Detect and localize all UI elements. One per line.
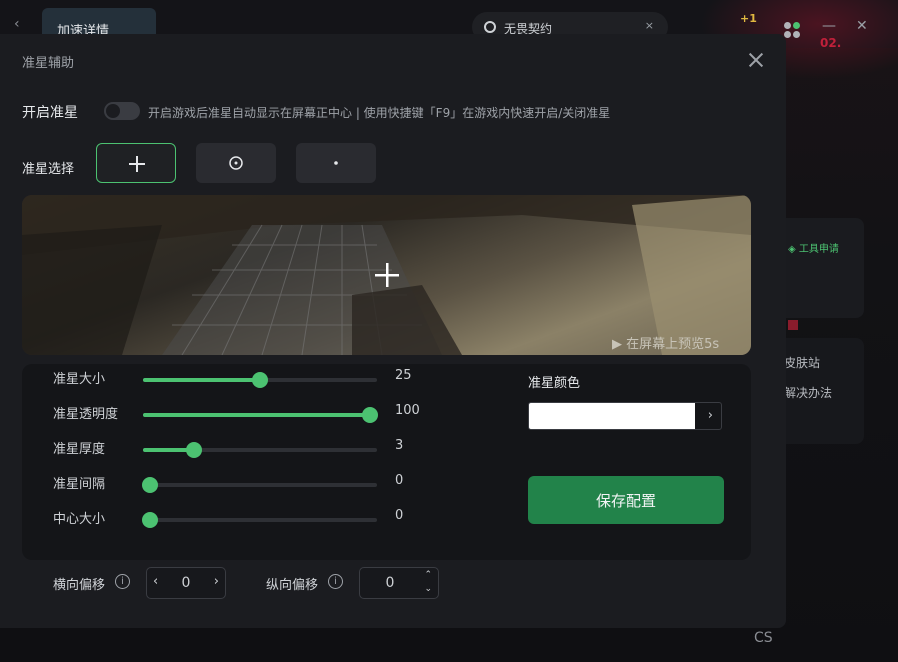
slider-thumb[interactable] [142, 512, 159, 528]
save-config-button[interactable]: 保存配置 [528, 476, 724, 524]
slider-label: 准星大小 [53, 372, 106, 387]
plus-crosshair-icon [129, 156, 145, 172]
dialog-title: 准星辅助 [22, 56, 75, 71]
crosshair-option-dot[interactable] [296, 143, 376, 183]
slider-track[interactable] [143, 442, 377, 458]
slider-track[interactable] [142, 477, 377, 493]
crosshair-color-label: 准星颜色 [528, 376, 581, 391]
apps-icon[interactable] [784, 22, 800, 38]
dot-crosshair-icon [334, 161, 338, 165]
skin-site-link[interactable]: 皮肤站 [784, 354, 820, 371]
tool-apply-link[interactable]: ◈ 工具申请 [788, 240, 839, 255]
slider-track[interactable] [142, 512, 377, 528]
horizontal-offset-stepper[interactable]: ‹ 0 › [146, 567, 226, 599]
back-icon[interactable]: ‹ [14, 16, 20, 32]
vertical-offset-stepper[interactable]: 0 ⌃ ⌄ [359, 567, 439, 599]
search-icon [484, 21, 496, 33]
chevron-up-icon[interactable]: ⌃ [424, 570, 432, 580]
circle-dot-crosshair-icon [229, 156, 243, 170]
vertical-offset-label: 纵向偏移 [266, 578, 319, 593]
minimize-icon[interactable]: — [822, 18, 836, 34]
slider-thumb[interactable] [142, 477, 159, 493]
slider-value: 0 [395, 508, 404, 523]
preview-crosshair [375, 263, 399, 287]
dialog-close-icon[interactable] [746, 50, 766, 70]
enable-crosshair-toggle[interactable] [104, 102, 140, 120]
slider-thumb[interactable] [252, 372, 268, 388]
color-swatch [529, 403, 695, 429]
slider-value: 0 [395, 473, 404, 488]
slider-value: 25 [395, 368, 412, 383]
crosshair-settings-panel: 准星大小 25 准星透明度 100 准星厚度 3 准星间隔 0 中心大小 0 准星颜色 › 保存配… [22, 364, 751, 560]
horizontal-offset-label: 横向偏移 [53, 578, 106, 593]
crosshair-preview: ▶ 在屏幕上预览5s [22, 195, 751, 355]
chevron-down-icon[interactable]: ⌄ [424, 584, 432, 594]
watermark-text: CS [754, 630, 773, 646]
background-red-mark [788, 320, 798, 330]
info-icon[interactable]: i [115, 574, 130, 589]
solve-link[interactable]: 解决办法 [784, 384, 832, 401]
enable-crosshair-label: 开启准星 [22, 105, 78, 121]
bonus-badge: +1 [740, 12, 757, 25]
crosshair-option-circle[interactable] [196, 143, 276, 183]
info-icon[interactable]: i [328, 574, 343, 589]
slider-value: 100 [395, 403, 420, 418]
chevron-right-icon[interactable]: › [214, 574, 219, 589]
slider-value: 3 [395, 438, 404, 453]
slider-label: 准星透明度 [53, 407, 119, 422]
slider-label: 中心大小 [53, 512, 106, 527]
crosshair-dialog: 准星辅助 开启准星 开启游戏后准星自动显示在屏幕正中心 | 使用快捷键「F9」在… [0, 34, 786, 628]
vertical-offset-value: 0 [385, 575, 395, 591]
slider-track[interactable] [143, 407, 378, 423]
slider-thumb[interactable] [186, 442, 203, 458]
toggle-knob [106, 104, 120, 118]
background-red-label: 02. [820, 36, 842, 50]
toggle-description: 开启游戏后准星自动显示在屏幕正中心 | 使用快捷键「F9」在游戏内快速开启/关闭… [148, 106, 611, 120]
tool-apply-label: 工具申请 [798, 244, 839, 255]
crosshair-color-picker[interactable]: › [528, 402, 722, 430]
slider-fill [143, 413, 370, 417]
slider-label: 准星厚度 [53, 442, 106, 457]
slider-fill [143, 378, 260, 382]
slider-thumb[interactable] [361, 407, 378, 423]
crosshair-option-plus[interactable] [96, 143, 176, 183]
chevron-right-icon: › [707, 408, 713, 423]
clear-icon[interactable]: × [645, 19, 654, 32]
preview-on-screen-button[interactable]: ▶ 在屏幕上预览5s [612, 333, 719, 352]
window-close-icon[interactable]: ✕ [856, 18, 868, 34]
slider-label: 准星间隔 [53, 477, 106, 492]
crosshair-select-label: 准星选择 [22, 162, 75, 177]
slider-track[interactable] [143, 372, 377, 388]
